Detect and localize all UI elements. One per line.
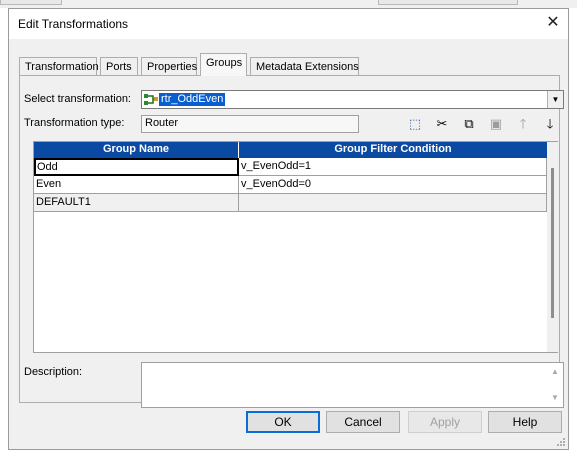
tab-label: Properties	[147, 61, 198, 73]
group-filter-condition-cell[interactable]: v_EvenOdd=1	[239, 158, 547, 176]
tab-metadata-extensions[interactable]: Metadata Extensions	[250, 57, 359, 76]
background-control	[0, 0, 62, 5]
select-transformation-dropdown[interactable]: rtr_OddEven ▼	[141, 90, 564, 109]
move-down-icon[interactable]: 🡓	[541, 115, 559, 133]
background-control	[378, 0, 518, 5]
scroll-down-icon[interactable]: ▼	[551, 393, 559, 402]
tab-label: Metadata Extensions	[256, 61, 359, 73]
select-transformation-label: Select transformation:	[24, 93, 131, 105]
grid-vertical-scrollbar[interactable]	[547, 142, 558, 352]
description-label: Description:	[24, 366, 83, 378]
transformation-type-label: Transformation type:	[24, 117, 125, 129]
description-scrollbar[interactable]: ▲ ▼	[547, 363, 563, 407]
background-window-strip	[0, 0, 577, 8]
group-filter-condition-cell[interactable]: v_EvenOdd=0	[239, 176, 547, 194]
cut-icon[interactable]: ✂	[433, 115, 451, 133]
tab-ports[interactable]: Ports	[100, 57, 138, 76]
new-group-icon[interactable]: ⬚	[406, 115, 424, 133]
group-name-cell[interactable]: Odd	[34, 158, 239, 176]
column-header-group-filter-condition[interactable]: Group Filter Condition	[239, 142, 547, 158]
router-transformation-icon	[144, 94, 158, 105]
selected-transformation-value: rtr_OddEven	[159, 93, 226, 106]
tab-label: Groups	[206, 57, 243, 69]
description-textarea[interactable]: ▲ ▼	[141, 362, 564, 408]
copy-icon[interactable]: ⧉	[460, 115, 478, 133]
resize-grip-icon[interactable]	[556, 437, 566, 447]
group-filter-condition-cell[interactable]	[239, 194, 547, 212]
tab-groups[interactable]: Groups	[200, 53, 247, 76]
apply-button[interactable]: Apply	[408, 411, 482, 433]
move-up-icon[interactable]: 🡑	[514, 115, 532, 133]
dialog-title: Edit Transformations	[18, 17, 129, 31]
title-bar: Edit Transformations ✕	[9, 9, 568, 39]
tab-properties[interactable]: Properties	[141, 57, 197, 76]
transformation-type-field: Router	[141, 115, 359, 133]
ok-button[interactable]: OK	[246, 411, 320, 433]
groups-grid: Group Name Group Filter Condition Odd v_…	[33, 141, 558, 353]
tab-transformation[interactable]: Transformation	[19, 57, 99, 76]
scroll-up-icon[interactable]: ▲	[551, 367, 559, 376]
group-name-cell[interactable]: DEFAULT1	[34, 194, 239, 212]
chevron-down-icon[interactable]: ▼	[547, 91, 563, 108]
tab-label: Ports	[106, 61, 132, 73]
group-name-cell[interactable]: Even	[34, 176, 239, 194]
transformation-type-value: Router	[145, 117, 179, 129]
close-icon[interactable]: ✕	[542, 13, 564, 35]
tab-label: Transformation	[25, 61, 99, 73]
cancel-button[interactable]: Cancel	[326, 411, 400, 433]
column-header-group-name[interactable]: Group Name	[34, 142, 239, 158]
help-button[interactable]: Help	[488, 411, 562, 433]
edit-transformations-dialog: Edit Transformations ✕ Transformation Po…	[8, 8, 569, 450]
scrollbar-thumb[interactable]	[551, 168, 554, 318]
groups-panel: Select transformation: rtr_OddEven ▼ Tra…	[19, 75, 564, 408]
paste-icon[interactable]: ▣	[487, 115, 505, 133]
